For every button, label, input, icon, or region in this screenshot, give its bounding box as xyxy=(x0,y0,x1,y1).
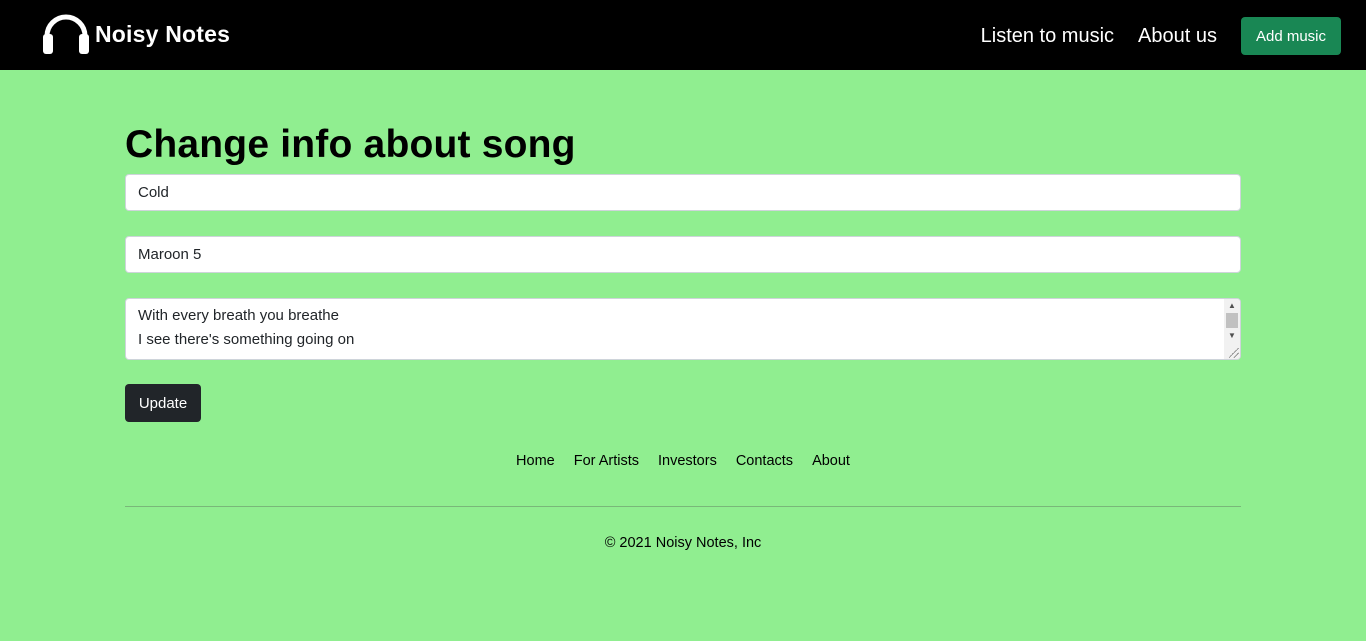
copyright-text: © 2021 Noisy Notes, Inc xyxy=(604,535,762,551)
lyrics-line: I see there's something going on xyxy=(138,331,355,348)
navbar: Noisy Notes Listen to music About us Add… xyxy=(0,0,1366,70)
footer-link-for-artists[interactable]: For Artists xyxy=(574,453,639,469)
scroll-up-arrow-icon[interactable]: ▲ xyxy=(1224,299,1240,313)
resize-grip-icon[interactable] xyxy=(1229,348,1239,358)
footer-link-home[interactable]: Home xyxy=(516,453,555,469)
lyrics-line: With every breath you breathe xyxy=(138,307,339,324)
headphones-icon xyxy=(43,14,89,54)
update-button[interactable]: Update xyxy=(125,384,201,422)
nav-about-us[interactable]: About us xyxy=(1138,25,1217,48)
footer-link-investors[interactable]: Investors xyxy=(658,453,717,469)
lyrics-textarea[interactable]: With every breath you breathe I see ther… xyxy=(125,298,1241,360)
nav-listen-to-music[interactable]: Listen to music xyxy=(981,25,1114,48)
lyrics-text: With every breath you breathe I see ther… xyxy=(126,299,1240,352)
add-music-button[interactable]: Add music xyxy=(1240,17,1341,55)
edit-song-form: Change info about song With every breath… xyxy=(125,118,1241,422)
footer-divider xyxy=(125,506,1241,507)
brand-name: Noisy Notes xyxy=(95,20,231,47)
artist-input[interactable] xyxy=(125,236,1241,273)
footer-nav: Home For Artists Investors Contacts Abou… xyxy=(0,453,1366,469)
footer-link-about[interactable]: About xyxy=(812,453,850,469)
page-title: Change info about song xyxy=(125,123,576,166)
footer-link-contacts[interactable]: Contacts xyxy=(736,453,793,469)
brand-link[interactable]: Noisy Notes xyxy=(42,14,230,54)
song-title-input[interactable] xyxy=(125,174,1241,211)
nav-links: Listen to music About us Add music xyxy=(981,17,1341,55)
scroll-thumb[interactable] xyxy=(1226,313,1238,328)
scroll-down-arrow-icon[interactable]: ▼ xyxy=(1224,329,1240,343)
